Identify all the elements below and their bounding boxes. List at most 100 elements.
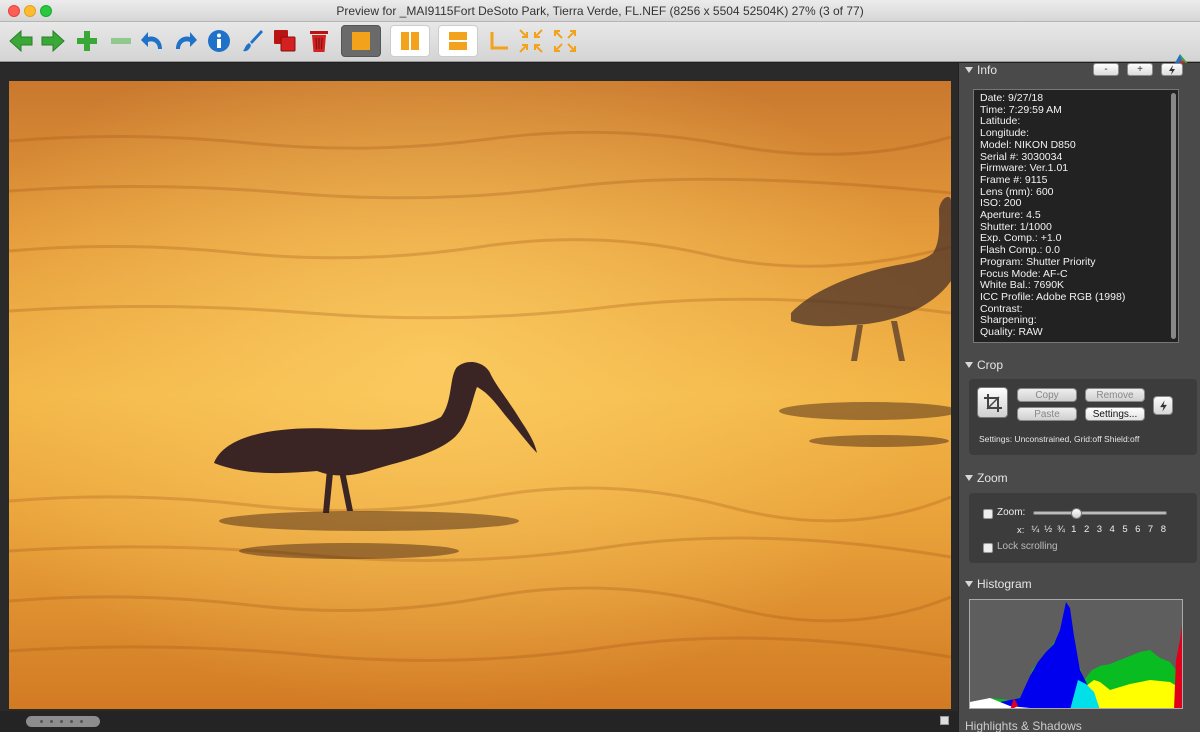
crop-settings-summary: Settings: Unconstrained, Grid:off Shield… <box>979 434 1140 444</box>
plus-icon <box>77 31 97 51</box>
disclosure-triangle-icon <box>965 581 973 587</box>
zoom-tick-label[interactable]: ¼ <box>1029 524 1042 535</box>
copy-move-button[interactable] <box>270 26 300 56</box>
crop-section-header[interactable]: Crop <box>965 358 1003 372</box>
shrink-button[interactable] <box>516 26 546 56</box>
info-button[interactable] <box>204 26 234 56</box>
zoom-checkbox[interactable] <box>983 509 993 519</box>
zoom-tick-label[interactable]: 2 <box>1080 524 1093 535</box>
scrollbar-thumb[interactable] <box>26 716 100 727</box>
lock-scrolling-label: Lock scrolling <box>997 541 1058 552</box>
delete-button[interactable] <box>304 26 334 56</box>
crop-settings-button[interactable]: Settings... <box>1085 407 1145 421</box>
lightning-icon <box>1169 64 1175 75</box>
zoom-tick-label[interactable]: 4 <box>1106 524 1119 535</box>
crop-icon <box>983 393 1002 412</box>
redo-icon <box>176 32 197 49</box>
single-view-button[interactable] <box>341 25 381 57</box>
zoom-tick-label[interactable]: 3 <box>1093 524 1106 535</box>
minus-icon <box>111 38 131 44</box>
highlights-shadows-section-header[interactable]: Highlights & Shadows <box>965 719 1082 732</box>
zoom-section-header[interactable]: Zoom <box>965 471 1008 485</box>
resize-corner[interactable] <box>940 716 949 725</box>
info-line: Quality: RAW <box>980 326 1043 339</box>
crop-controls: Copy Remove Paste Settings... Settings: … <box>969 379 1197 455</box>
add-button[interactable] <box>72 26 102 56</box>
disclosure-triangle-icon <box>965 67 973 73</box>
crop-paste-button[interactable]: Paste <box>1017 407 1077 421</box>
histogram-heading: Histogram <box>977 577 1032 591</box>
info-minus-button[interactable]: - <box>1093 63 1119 76</box>
crop-apply-button[interactable] <box>1153 396 1173 415</box>
side-panel: Info - + Date: 9/27/18 Time: 7:29:59 AM La… <box>958 63 1200 732</box>
stacked-view-button[interactable] <box>438 25 478 57</box>
histogram-display <box>969 599 1183 709</box>
info-action-button[interactable] <box>1161 63 1183 76</box>
info-section-header[interactable]: Info <box>965 63 997 77</box>
info-metadata-list[interactable]: Date: 9/27/18 Time: 7:29:59 AM Latitude: Lo… <box>973 89 1179 343</box>
expand-icon <box>554 30 576 52</box>
crop-remove-button[interactable]: Remove <box>1085 388 1145 402</box>
photo-preview <box>9 81 951 709</box>
arrow-right-icon <box>41 29 65 53</box>
disclosure-triangle-icon <box>965 362 973 368</box>
split-horizontal-icon <box>449 32 467 50</box>
crop-copy-button[interactable]: Copy <box>1017 388 1077 402</box>
next-button[interactable] <box>38 26 68 56</box>
info-plus-button[interactable]: + <box>1127 63 1153 76</box>
zoom-tick-label[interactable]: 5 <box>1119 524 1132 535</box>
edit-button[interactable] <box>238 26 268 56</box>
horizontal-scrollbar[interactable] <box>0 711 958 732</box>
expand-button[interactable] <box>550 26 580 56</box>
spoonbill-sunrise-photo <box>9 81 951 709</box>
title-bar: Preview for _MAI9115Fort DeSoto Park, Ti… <box>0 0 1200 22</box>
info-line: Program: Shutter Priority <box>980 255 1096 268</box>
rotate-left-button[interactable] <box>138 26 168 56</box>
zoom-tick-labels: ¼½¾12345678 <box>1029 524 1170 535</box>
info-heading: Info <box>977 63 998 77</box>
zoom-x-label: x: <box>1017 525 1025 536</box>
zoom-tick-label[interactable]: 8 <box>1157 524 1170 535</box>
shrink-icon <box>519 29 543 53</box>
crop-tool-button[interactable] <box>977 387 1008 418</box>
zoom-slider-knob[interactable] <box>1070 508 1082 519</box>
histogram-section-header[interactable]: Histogram <box>965 577 1032 591</box>
rotate-right-button[interactable] <box>170 26 200 56</box>
zoom-controls: Zoom: x: ¼½¾12345678 Lock scrolling <box>969 493 1197 563</box>
zoom-tick-label[interactable]: 7 <box>1144 524 1157 535</box>
crop-corner-icon <box>490 32 508 50</box>
info-icon <box>208 30 230 52</box>
lightning-icon <box>1159 399 1167 412</box>
info-line: Model: NIKON D850 <box>980 138 1076 151</box>
disclosure-triangle-icon <box>965 475 973 481</box>
window-title: Preview for _MAI9115Fort DeSoto Park, Ti… <box>336 4 864 18</box>
remove-button[interactable] <box>106 26 136 56</box>
info-line: Aperture: 4.5 <box>980 209 1041 222</box>
side-by-side-view-button[interactable] <box>390 25 430 57</box>
zoom-heading: Zoom <box>977 471 1008 485</box>
image-viewport[interactable] <box>0 63 958 732</box>
info-scrollbar[interactable] <box>1171 93 1176 339</box>
zoom-tick-label[interactable]: 1 <box>1067 524 1080 535</box>
zoom-label: Zoom: <box>997 507 1026 518</box>
crop-button[interactable] <box>484 26 514 56</box>
zoom-tick-label[interactable]: ½ <box>1042 524 1055 535</box>
info-line: Frame #: 9115 <box>980 173 1048 186</box>
undo-icon <box>141 32 162 49</box>
layers-icon <box>274 30 296 52</box>
previous-button[interactable] <box>6 26 36 56</box>
zoom-tick-label[interactable]: ¾ <box>1055 524 1068 535</box>
single-view-icon <box>352 32 370 50</box>
info-line: ICC Profile: Adobe RGB (1998) <box>980 290 1126 303</box>
toolbar <box>0 22 1200 70</box>
split-vertical-icon <box>401 32 419 50</box>
lock-scrolling-checkbox[interactable] <box>983 543 993 553</box>
arrow-left-icon <box>9 29 33 53</box>
histogram-graph <box>970 602 1182 708</box>
crop-heading: Crop <box>977 358 1004 372</box>
zoom-tick-label[interactable]: 6 <box>1131 524 1144 535</box>
trash-icon <box>310 31 328 52</box>
info-line: Date: 9/27/18 <box>980 92 1044 104</box>
zoom-slider-track[interactable] <box>1033 511 1167 515</box>
brush-icon <box>243 30 263 52</box>
